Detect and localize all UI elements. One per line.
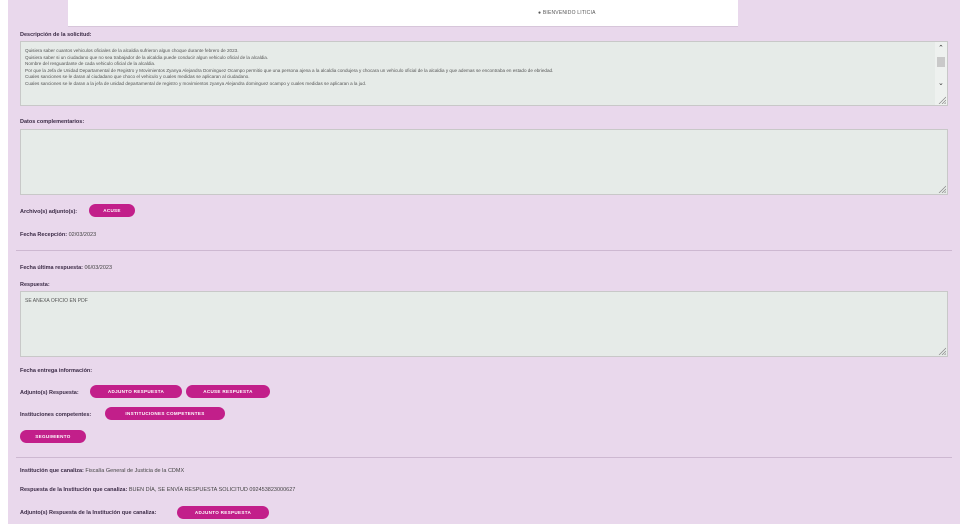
delivery-date-label: Fecha entrega información: [20, 368, 93, 374]
complementary-data-label: Datos complementarios: [20, 119, 85, 125]
section-divider [16, 250, 952, 251]
response-text: SE ANEXA OFICIO EN PDF [25, 298, 88, 304]
acuse-respuesta-button[interactable]: ACUSE RESPUESTA [186, 385, 270, 398]
request-detail-panel: ● BIENVENIDO LITICIA Descripción de la s… [8, 0, 960, 524]
channeling-attachments-label: Adjunto(s) Respuesta de la Institución q… [20, 510, 157, 516]
scroll-up-icon[interactable]: ⌃ [938, 45, 944, 52]
response-textarea[interactable]: SE ANEXA OFICIO EN PDF [20, 291, 948, 357]
resize-grip-icon[interactable] [938, 185, 946, 193]
welcome-text: ● BIENVENIDO LITICIA [538, 10, 596, 16]
description-line: Cuales sanciones se le daran a la jefa d… [25, 80, 367, 86]
scroll-down-icon[interactable]: ⌄ [938, 80, 944, 87]
response-label: Respuesta: [20, 282, 50, 288]
channeling-institution: Institución que canaliza: Fiscalía Gener… [20, 468, 185, 474]
description-textarea[interactable]: Quisiera saber cuantos vehiculos oficial… [20, 41, 948, 106]
instituciones-competentes-button[interactable]: INSTITUCIONES COMPETENTES [105, 407, 225, 420]
attachments-label: Archivo(s) adjunto(s): [20, 209, 78, 215]
top-header-bar: ● BIENVENIDO LITICIA [68, 0, 738, 27]
resize-grip-icon[interactable] [938, 347, 946, 355]
description-text: Quisiera saber cuantos vehiculos oficial… [25, 48, 929, 87]
scroll-thumb[interactable] [937, 57, 945, 67]
section-divider [16, 457, 952, 458]
canaliza-adjunto-respuesta-button[interactable]: ADJUNTO RESPUESTA [177, 506, 269, 519]
seguimiento-button[interactable]: SEGUIMIENTO [20, 430, 86, 443]
last-response-date: Fecha última respuesta: 06/03/2023 [20, 265, 113, 271]
channeling-institution-response: Respuesta de la Institución que canaliza… [20, 487, 296, 493]
description-label: Descripción de la solicitud: [20, 32, 92, 38]
acuse-button[interactable]: ACUSE [89, 204, 135, 217]
resize-grip-icon[interactable] [938, 96, 946, 104]
complementary-data-textarea[interactable] [20, 129, 948, 195]
response-attachments-label: Adjunto(s) Respuesta: [20, 390, 79, 396]
user-icon: ● [538, 10, 542, 16]
reception-date: Fecha Recepción: 02/03/2023 [20, 232, 97, 238]
competent-institutions-label: Instituciones competentes: [20, 412, 92, 418]
adjunto-respuesta-button[interactable]: ADJUNTO RESPUESTA [90, 385, 182, 398]
